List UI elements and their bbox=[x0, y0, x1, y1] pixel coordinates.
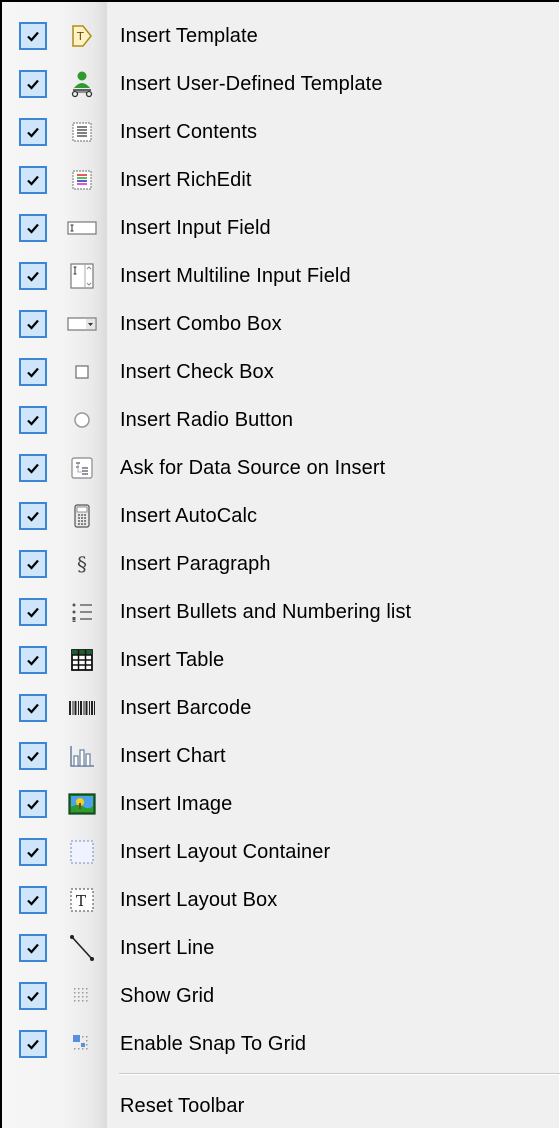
menu-item-label: Insert Check Box bbox=[120, 361, 274, 383]
menu-item-label: Insert User-Defined Template bbox=[120, 73, 383, 95]
checkmark-icon bbox=[19, 886, 47, 914]
toolbar-customize-menu: T Insert Template Insert User-Defined Te… bbox=[0, 0, 560, 1130]
svg-text:T: T bbox=[76, 892, 86, 910]
menu-item-label: Insert Radio Button bbox=[120, 409, 294, 431]
checkmark-icon bbox=[19, 790, 47, 818]
checkmark-icon bbox=[19, 454, 47, 482]
menu-item-label: Insert Template bbox=[120, 25, 258, 47]
image-icon bbox=[66, 789, 98, 819]
menu-item-insert-contents[interactable]: Insert Contents bbox=[2, 108, 559, 156]
menu-item-label: Enable Snap To Grid bbox=[120, 1033, 307, 1055]
template-icon: T bbox=[66, 21, 98, 51]
menu-item-label: Insert Layout Container bbox=[120, 841, 331, 863]
menu-item-insert-input-field[interactable]: Insert Input Field bbox=[2, 204, 559, 252]
menu-item-label: Insert Barcode bbox=[120, 697, 252, 719]
menu-item-insert-combo-box[interactable]: Insert Combo Box bbox=[2, 300, 559, 348]
layout-box-icon: T bbox=[66, 885, 98, 915]
menu-item-insert-autocalc[interactable]: Insert AutoCalc bbox=[2, 492, 559, 540]
menu-items: T Insert Template Insert User-Defined Te… bbox=[2, 12, 559, 1068]
bullets-numbering-icon bbox=[66, 597, 98, 627]
menu-item-insert-richedit[interactable]: Insert RichEdit bbox=[2, 156, 559, 204]
checkmark-icon bbox=[19, 166, 47, 194]
reset-toolbar-item[interactable]: Reset Toolbar bbox=[2, 1082, 559, 1130]
chart-icon bbox=[66, 741, 98, 771]
menu-item-insert-layout-container[interactable]: Insert Layout Container bbox=[2, 828, 559, 876]
checkmark-icon bbox=[19, 838, 47, 866]
checkmark-icon bbox=[19, 502, 47, 530]
menu-separator bbox=[119, 1073, 560, 1075]
svg-text:T: T bbox=[76, 30, 84, 43]
grid-icon bbox=[66, 981, 98, 1011]
menu-item-insert-barcode[interactable]: Insert Barcode bbox=[2, 684, 559, 732]
menu-item-insert-bullets-numbering[interactable]: Insert Bullets and Numbering list bbox=[2, 588, 559, 636]
menu-item-show-grid[interactable]: Show Grid bbox=[2, 972, 559, 1020]
menu-item-insert-radio-button[interactable]: Insert Radio Button bbox=[2, 396, 559, 444]
checkmark-icon bbox=[19, 262, 47, 290]
menu-item-label: Insert Table bbox=[120, 649, 225, 671]
contents-icon bbox=[66, 117, 98, 147]
checkmark-icon bbox=[19, 358, 47, 386]
menu-item-label: Insert RichEdit bbox=[120, 169, 252, 191]
svg-text:§: § bbox=[77, 552, 87, 576]
menu-item-ask-for-data-source[interactable]: Ask for Data Source on Insert bbox=[2, 444, 559, 492]
user-defined-template-icon bbox=[66, 69, 98, 99]
radio-button-icon bbox=[66, 405, 98, 435]
table-icon bbox=[66, 645, 98, 675]
checkmark-icon bbox=[19, 646, 47, 674]
menu-item-insert-line[interactable]: Insert Line bbox=[2, 924, 559, 972]
menu-item-label: Insert Bullets and Numbering list bbox=[120, 601, 412, 623]
menu-item-label: Show Grid bbox=[120, 985, 215, 1007]
data-source-icon bbox=[66, 453, 98, 483]
line-icon bbox=[66, 933, 98, 963]
menu-item-insert-layout-box[interactable]: T Insert Layout Box bbox=[2, 876, 559, 924]
menu-item-label: Insert AutoCalc bbox=[120, 505, 258, 527]
menu-item-enable-snap-to-grid[interactable]: Enable Snap To Grid bbox=[2, 1020, 559, 1068]
check-box-icon bbox=[66, 357, 98, 387]
menu-item-label: Insert Combo Box bbox=[120, 313, 282, 335]
menu-item-insert-multiline-input-field[interactable]: Insert Multiline Input Field bbox=[2, 252, 559, 300]
checkmark-icon bbox=[19, 550, 47, 578]
reset-toolbar-label: Reset Toolbar bbox=[120, 1095, 245, 1117]
checkmark-icon bbox=[19, 1030, 47, 1058]
menu-item-insert-image[interactable]: Insert Image bbox=[2, 780, 559, 828]
multiline-input-field-icon bbox=[66, 261, 98, 291]
checkmark-icon bbox=[19, 934, 47, 962]
richedit-icon bbox=[66, 165, 98, 195]
menu-item-label: Insert Input Field bbox=[120, 217, 271, 239]
input-field-icon bbox=[66, 213, 98, 243]
menu-item-insert-chart[interactable]: Insert Chart bbox=[2, 732, 559, 780]
checkmark-icon bbox=[19, 406, 47, 434]
menu-item-label: Insert Chart bbox=[120, 745, 226, 767]
checkmark-icon bbox=[19, 598, 47, 626]
checkmark-icon bbox=[19, 214, 47, 242]
checkmark-icon bbox=[19, 22, 47, 50]
checkmark-icon bbox=[19, 742, 47, 770]
checkmark-icon bbox=[19, 118, 47, 146]
checkmark-icon bbox=[19, 310, 47, 338]
menu-item-insert-check-box[interactable]: Insert Check Box bbox=[2, 348, 559, 396]
menu-item-insert-table[interactable]: Insert Table bbox=[2, 636, 559, 684]
menu-item-label: Insert Contents bbox=[120, 121, 258, 143]
checkmark-icon bbox=[19, 70, 47, 98]
checkmark-icon bbox=[19, 694, 47, 722]
menu-item-label: Insert Image bbox=[120, 793, 233, 815]
autocalc-icon bbox=[66, 501, 98, 531]
menu-item-label: Insert Multiline Input Field bbox=[120, 265, 351, 287]
menu-item-label: Insert Line bbox=[120, 937, 215, 959]
checkmark-icon bbox=[19, 982, 47, 1010]
menu-item-label: Insert Layout Box bbox=[120, 889, 278, 911]
paragraph-icon: § bbox=[66, 549, 98, 579]
menu-item-insert-user-defined-template[interactable]: Insert User-Defined Template bbox=[2, 60, 559, 108]
layout-container-icon bbox=[66, 837, 98, 867]
combo-box-icon bbox=[66, 309, 98, 339]
snap-to-grid-icon bbox=[66, 1029, 98, 1059]
menu-item-label: Insert Paragraph bbox=[120, 553, 271, 575]
menu-item-insert-paragraph[interactable]: § Insert Paragraph bbox=[2, 540, 559, 588]
menu-item-label: Ask for Data Source on Insert bbox=[120, 457, 386, 479]
menu-item-insert-template[interactable]: T Insert Template bbox=[2, 12, 559, 60]
barcode-icon bbox=[66, 693, 98, 723]
